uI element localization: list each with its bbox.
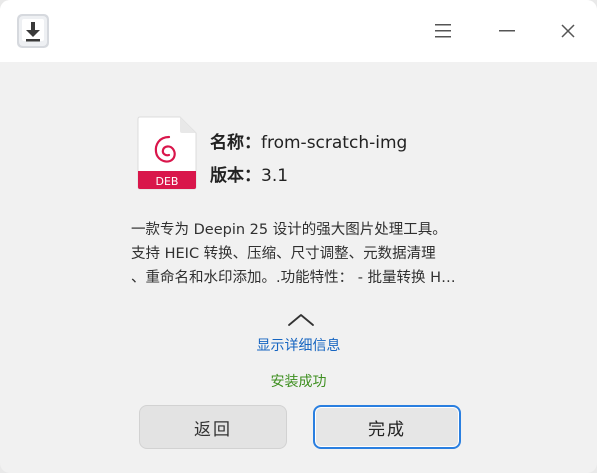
- package-version-label: 版本：: [210, 166, 261, 186]
- close-icon: [561, 24, 575, 38]
- deb-badge-text: DEB: [156, 175, 179, 188]
- deb-package-icon: DEB: [137, 116, 197, 190]
- done-button[interactable]: 完成: [313, 405, 461, 449]
- package-version-row: 版本：3.1: [210, 161, 288, 186]
- package-description: 一款专为 Deepin 25 设计的强大图片处理工具。 支持 HEIC 转换、压…: [131, 218, 476, 290]
- show-details-link[interactable]: 显示详细信息: [0, 335, 597, 355]
- installer-window: DEB 名称：from-scratch-img 版本：3.1 一款专为 Deep…: [0, 0, 597, 473]
- install-status: 安装成功: [270, 374, 327, 390]
- minimize-icon: [499, 30, 515, 32]
- description-line: 一款专为 Deepin 25 设计的强大图片处理工具。: [131, 222, 447, 238]
- menu-icon: [435, 24, 451, 38]
- close-button[interactable]: [553, 16, 583, 46]
- description-line: 支持 HEIC 转换、压缩、尺寸调整、元数据清理: [131, 246, 436, 262]
- package-download-icon: [17, 14, 49, 48]
- minimize-button[interactable]: [492, 16, 522, 46]
- package-name-value: from-scratch-img: [261, 133, 408, 153]
- menu-button[interactable]: [428, 16, 458, 46]
- titlebar: [0, 0, 597, 62]
- back-button[interactable]: 返回: [139, 405, 287, 449]
- chevron-up-icon[interactable]: [286, 312, 316, 328]
- package-version-value: 3.1: [261, 166, 289, 186]
- package-name-row: 名称：from-scratch-img: [210, 128, 407, 153]
- package-name-label: 名称：: [210, 133, 261, 153]
- description-line: 、重命名和水印添加。.功能特性： - 批量转换 H…: [131, 270, 456, 286]
